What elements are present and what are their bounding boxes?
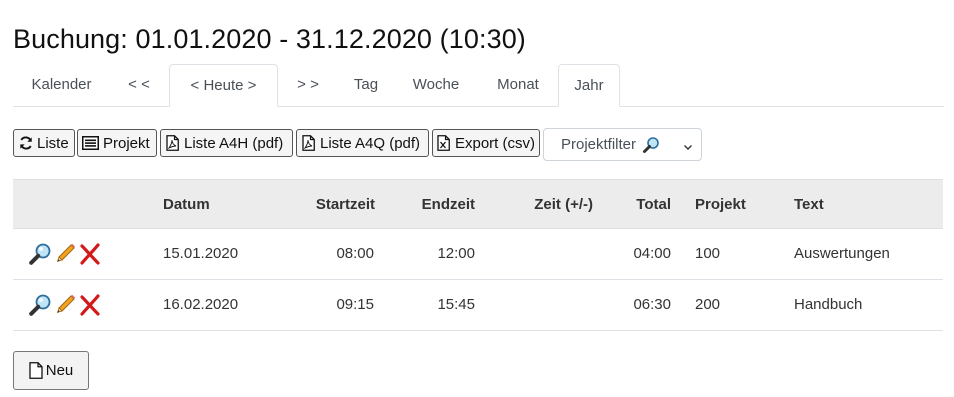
liste-a4q-button[interactable]: Liste A4Q (pdf) xyxy=(296,129,429,157)
tab-kalender[interactable]: Kalender xyxy=(13,64,110,105)
header-endzeit: Endzeit xyxy=(421,196,475,213)
export-csv-label: Export (csv) xyxy=(454,134,535,152)
delete-x-icon[interactable] xyxy=(78,293,102,317)
page-title: Buchung: 01.01.2020 - 31.12.2020 (10:30) xyxy=(13,24,526,54)
cell-endzeit: 15:45 xyxy=(437,296,475,313)
header-text: Text xyxy=(794,196,824,213)
cell-datum: 16.02.2020 xyxy=(163,296,239,313)
liste-label: Liste xyxy=(37,134,69,152)
liste-a4h-label: Liste A4H (pdf) xyxy=(184,134,284,152)
liste-a4q-label: Liste A4Q (pdf) xyxy=(320,134,421,152)
view-magnifier-icon[interactable] xyxy=(28,242,52,266)
liste-button[interactable]: Liste xyxy=(13,129,75,157)
file-icon xyxy=(29,362,43,379)
cell-startzeit: 09:15 xyxy=(336,296,374,313)
header-zeit: Zeit (+/-) xyxy=(534,196,593,213)
projektfilter-label: Projektfilter xyxy=(561,136,637,153)
cell-datum: 15.01.2020 xyxy=(163,245,239,262)
table-header: Datum Startzeit Endzeit Zeit (+/-) Total… xyxy=(13,179,943,229)
pdf-file-icon xyxy=(165,135,180,151)
tab-jahr[interactable]: Jahr xyxy=(558,64,620,107)
delete-x-icon[interactable] xyxy=(78,242,102,266)
header-projekt: Projekt xyxy=(695,196,746,213)
tab-tag[interactable]: Tag xyxy=(337,64,395,105)
row-actions xyxy=(28,242,102,266)
table-row: 16.02.2020 09:15 15:45 06:30 200 Handbuc… xyxy=(13,280,943,331)
navigation-tabs: Kalender < < < Heute > > > Tag Woche Mon… xyxy=(13,64,944,107)
edit-pencil-icon[interactable] xyxy=(53,242,77,266)
tab-today[interactable]: < Heute > xyxy=(169,64,278,107)
projekt-button[interactable]: Projekt xyxy=(77,129,157,157)
magnifier-icon xyxy=(642,136,660,154)
cell-endzeit: 12:00 xyxy=(437,245,475,262)
liste-a4h-button[interactable]: Liste A4H (pdf) xyxy=(160,129,293,157)
header-datum: Datum xyxy=(163,196,210,213)
tab-woche[interactable]: Woche xyxy=(395,64,477,105)
pdf-file-icon xyxy=(301,135,316,151)
cell-startzeit: 08:00 xyxy=(336,245,374,262)
neu-button[interactable]: Neu xyxy=(13,351,89,390)
cell-total: 06:30 xyxy=(633,296,671,313)
chevron-down-icon xyxy=(683,139,693,156)
cell-projekt: 100 xyxy=(695,245,721,262)
edit-pencil-icon[interactable] xyxy=(53,293,77,317)
refresh-icon xyxy=(18,135,33,151)
row-actions xyxy=(28,293,102,317)
export-csv-button[interactable]: Export (csv) xyxy=(432,129,540,157)
cell-text: Auswertungen xyxy=(794,245,890,262)
view-magnifier-icon[interactable] xyxy=(28,293,52,317)
cell-projekt: 200 xyxy=(695,296,721,313)
header-total: Total xyxy=(636,196,671,213)
header-startzeit: Startzeit xyxy=(315,196,375,213)
excel-file-icon xyxy=(437,135,451,151)
cell-text: Handbuch xyxy=(794,296,863,313)
projekt-label: Projekt xyxy=(103,134,150,152)
cell-total: 04:00 xyxy=(633,245,671,262)
neu-label: Neu xyxy=(45,362,74,379)
tab-monat[interactable]: Monat xyxy=(477,64,559,105)
tab-previous[interactable]: < < xyxy=(110,64,168,105)
list-icon xyxy=(82,135,99,151)
tab-next[interactable]: > > xyxy=(279,64,337,105)
table-row: 15.01.2020 08:00 12:00 04:00 100 Auswert… xyxy=(13,229,943,280)
projektfilter-select[interactable]: Projektfilter xyxy=(543,128,702,161)
